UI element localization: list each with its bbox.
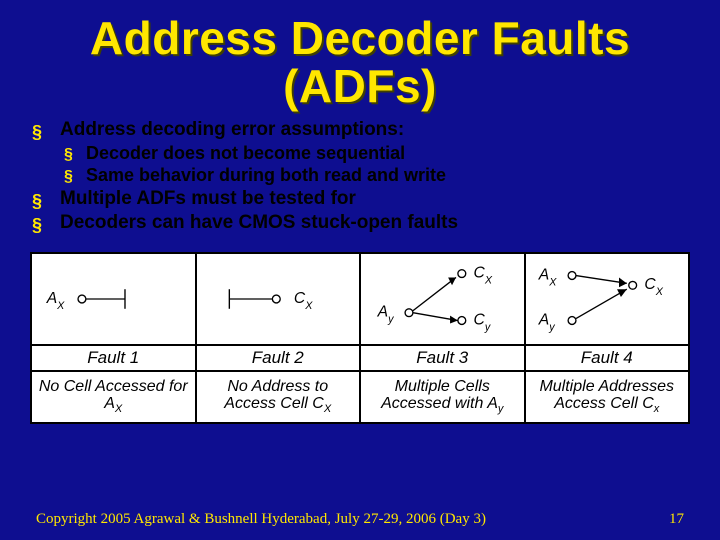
fault2-desc: No Address toAccess Cell CX xyxy=(196,371,361,423)
fault4-desc: Multiple AddressesAccess Cell Cx xyxy=(525,371,690,423)
svg-text:Ay: Ay xyxy=(377,303,394,325)
bullet-icon: § xyxy=(64,168,73,186)
svg-text:AX: AX xyxy=(46,290,65,312)
fault1-diagram: AX xyxy=(31,253,196,345)
title-line1: Address Decoder Faults xyxy=(90,12,630,64)
bullet-icon: § xyxy=(32,122,42,143)
fault3-desc: Multiple CellsAccessed with Ay xyxy=(360,371,525,423)
fault-figure: AX CX CX Ay xyxy=(30,252,690,424)
fault3-diagram: CX Ay Cy xyxy=(360,253,525,345)
bullet-text: Decoder does not become sequential xyxy=(86,143,405,163)
bullet-text: Multiple ADFs must be tested for xyxy=(60,188,356,209)
bullet-2: § Decoders can have CMOS stuck-open faul… xyxy=(60,212,680,234)
bullet-icon: § xyxy=(32,191,42,212)
bullet-content: § Address decoding error assumptions: § … xyxy=(0,119,720,240)
svg-text:AX: AX xyxy=(537,266,556,288)
fault2-label: Fault 2 xyxy=(196,345,361,371)
fault2-diagram: CX xyxy=(196,253,361,345)
footer-copyright: Copyright 2005 Agrawal & Bushnell Hydera… xyxy=(36,511,486,528)
bullet-text: Decoders can have CMOS stuck-open faults xyxy=(60,212,458,233)
title-line2: (ADFs) xyxy=(283,60,437,112)
bullet-0-1: § Same behavior during both read and wri… xyxy=(86,165,680,186)
bullet-icon: § xyxy=(32,215,42,236)
svg-text:Cy: Cy xyxy=(474,311,491,333)
svg-text:Ay: Ay xyxy=(537,311,554,333)
page-number: 17 xyxy=(669,511,684,528)
bullet-1: § Multiple ADFs must be tested for xyxy=(60,188,680,210)
slide-title: Address Decoder Faults (ADFs) xyxy=(0,0,720,119)
svg-text:CX: CX xyxy=(474,264,493,286)
bullet-0: § Address decoding error assumptions: § … xyxy=(60,119,680,186)
bullet-text: Same behavior during both read and write xyxy=(86,165,446,185)
fault3-label: Fault 3 xyxy=(360,345,525,371)
bullet-0-0: § Decoder does not become sequential xyxy=(86,143,680,164)
svg-text:CX: CX xyxy=(644,276,663,298)
bullet-icon: § xyxy=(64,146,73,164)
fault1-desc: No Cell Accessed for AX xyxy=(31,371,196,423)
fault1-label: Fault 1 xyxy=(31,345,196,371)
bullet-text: Address decoding error assumptions: xyxy=(60,119,404,140)
fault4-label: Fault 4 xyxy=(525,345,690,371)
fault4-diagram: AX CX Ay xyxy=(525,253,690,345)
footer: Copyright 2005 Agrawal & Bushnell Hydera… xyxy=(0,511,720,528)
svg-text:CX: CX xyxy=(293,290,312,312)
